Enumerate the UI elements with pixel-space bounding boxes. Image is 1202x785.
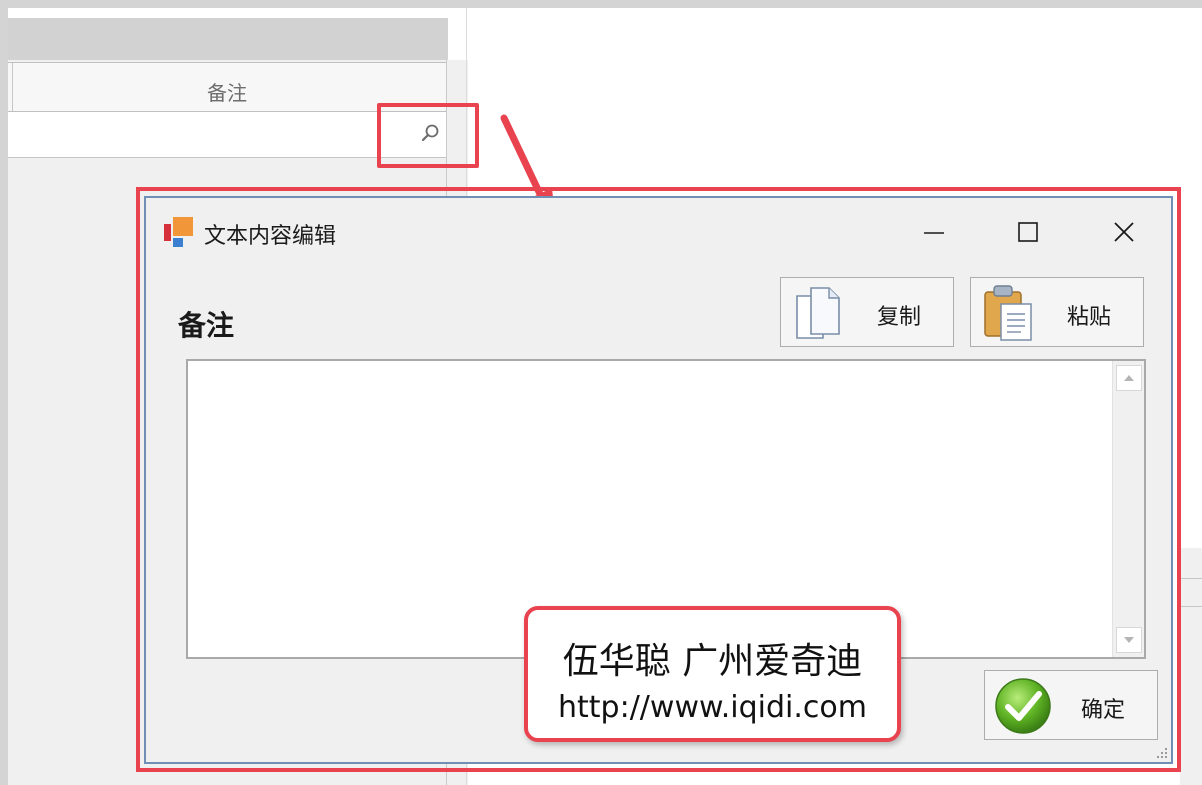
dialog-titlebar[interactable]: 文本内容编辑 [146,198,1171,268]
ok-button[interactable]: 确定 [984,670,1158,740]
grid-line [1180,578,1202,579]
chevron-up-icon [1124,375,1134,381]
watermark-url: http://www.iqidi.com [558,690,867,725]
chevron-down-icon [1124,637,1134,643]
minimize-button[interactable] [910,212,958,252]
background-edge-left [0,0,8,785]
clipboard-icon [984,285,1032,341]
close-button[interactable] [1100,212,1148,252]
vertical-scrollbar[interactable] [1112,361,1144,657]
grid-group-panel [8,18,448,60]
search-button-highlight [377,103,479,168]
resize-grip-icon[interactable] [1155,746,1169,760]
maximize-button[interactable] [1004,212,1052,252]
copy-pages-icon [796,287,840,339]
copy-button-label: 复制 [877,305,922,330]
background-edge-top [0,0,1202,8]
minimize-icon [924,232,944,234]
close-icon [1114,222,1134,242]
background-grid-fragment [1180,548,1202,785]
green-check-icon [995,678,1051,734]
app-logo-icon [164,217,193,247]
scroll-up-button[interactable] [1116,365,1142,391]
paste-button-label: 粘贴 [1067,305,1112,330]
scroll-down-button[interactable] [1116,627,1142,653]
field-label-remark: 备注 [178,309,235,342]
grid-line [1180,606,1202,607]
window-title: 文本内容编辑 [204,224,337,249]
copy-button[interactable]: 复制 [780,277,954,347]
maximize-icon [1018,222,1038,242]
paste-button[interactable]: 粘贴 [970,277,1144,347]
column-header-remark: 备注 [207,81,247,105]
watermark-author: 伍华聪 广州爱奇迪 [562,641,863,682]
author-watermark: 伍华聪 广州爱奇迪 http://www.iqidi.com [524,606,901,742]
ok-button-label: 确定 [1081,698,1126,723]
